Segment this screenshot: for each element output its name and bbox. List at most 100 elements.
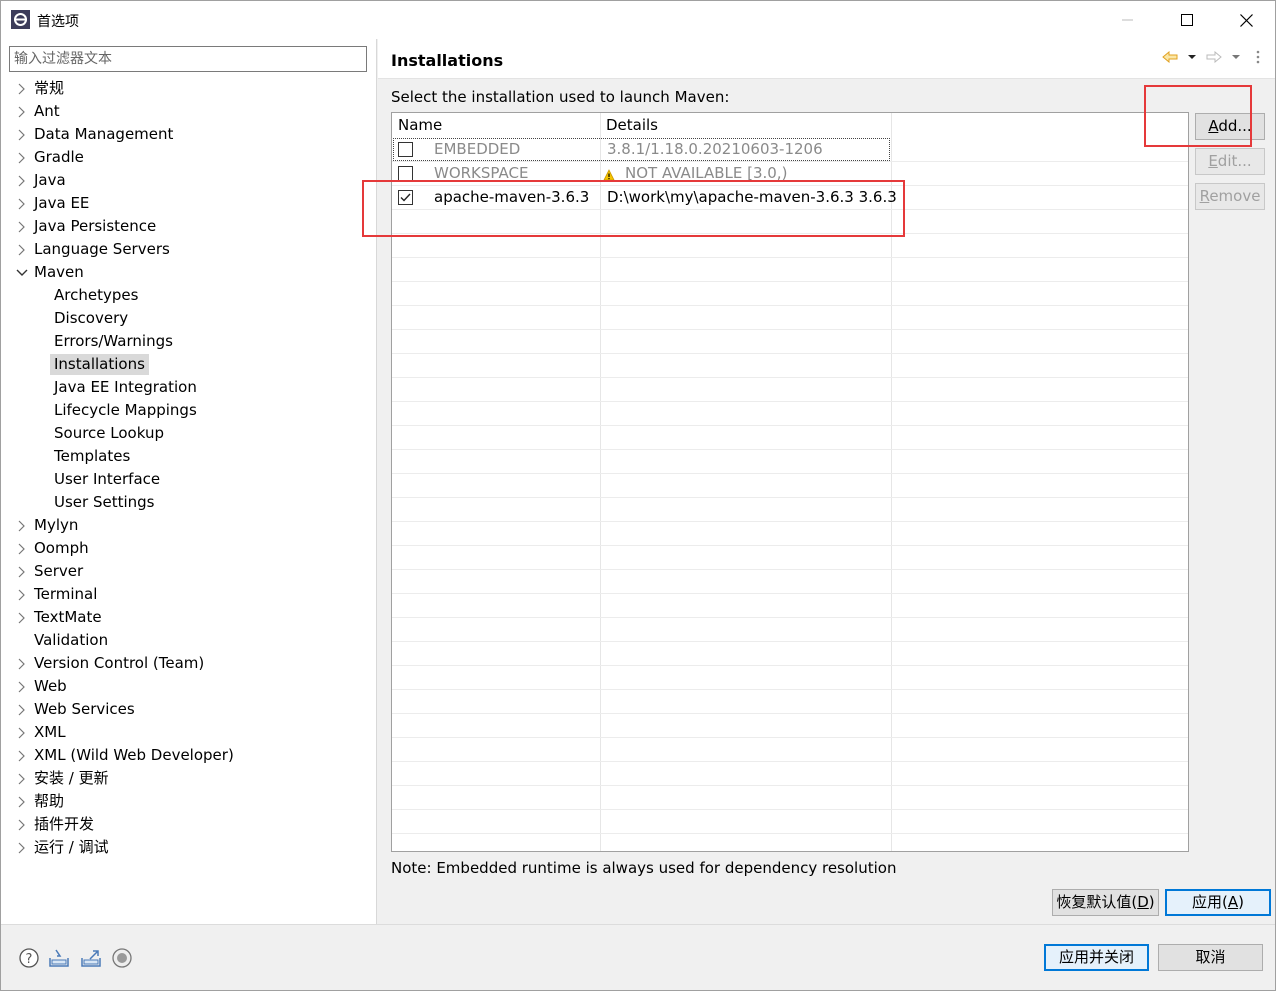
- empty-row: [392, 570, 1188, 594]
- tree-item[interactable]: 常规: [1, 77, 377, 100]
- tree-child-item[interactable]: Errors/Warnings: [1, 330, 377, 353]
- chevron-right-icon[interactable]: [16, 750, 28, 762]
- tree-item[interactable]: 安装 / 更新: [1, 767, 377, 790]
- chevron-right-icon[interactable]: [16, 727, 28, 739]
- chevron-right-icon[interactable]: [16, 198, 28, 210]
- row-checkbox[interactable]: [398, 142, 413, 157]
- tree-item[interactable]: 帮助: [1, 790, 377, 813]
- edit-button[interactable]: Edit...: [1195, 148, 1265, 175]
- empty-row: [392, 330, 1188, 354]
- tree-item[interactable]: Maven: [1, 261, 377, 284]
- tree-item[interactable]: Data Management: [1, 123, 377, 146]
- empty-row: [392, 618, 1188, 642]
- chevron-right-icon[interactable]: [16, 842, 28, 854]
- filter-input[interactable]: [9, 46, 367, 72]
- help-icon[interactable]: ?: [18, 947, 40, 969]
- cell-name: WORKSPACE: [434, 164, 529, 182]
- table-row[interactable]: EMBEDDED 3.8.1/1.18.0.20210603-1206: [392, 138, 1188, 162]
- tree-item[interactable]: Language Servers: [1, 238, 377, 261]
- export-icon[interactable]: [80, 947, 102, 969]
- chevron-right-icon[interactable]: [16, 658, 28, 670]
- tree-item[interactable]: TextMate: [1, 606, 377, 629]
- tree-item[interactable]: XML: [1, 721, 377, 744]
- empty-row: [392, 210, 1188, 234]
- tree-item[interactable]: Web Services: [1, 698, 377, 721]
- tree-item[interactable]: Mylyn: [1, 514, 377, 537]
- record-icon[interactable]: [111, 947, 133, 969]
- tree-child-item[interactable]: Archetypes: [1, 284, 377, 307]
- chevron-right-icon[interactable]: [16, 152, 28, 164]
- tree-item[interactable]: Terminal: [1, 583, 377, 606]
- table-row[interactable]: WORKSPACE NOT AVAILABLE [3.0,): [392, 162, 1188, 186]
- import-icon[interactable]: [48, 947, 70, 969]
- preference-page: Installations Select the installation us…: [378, 39, 1275, 924]
- chevron-right-icon[interactable]: [16, 520, 28, 532]
- chevron-down-icon[interactable]: [16, 267, 28, 279]
- row-checkbox[interactable]: [398, 190, 413, 205]
- chevron-right-icon[interactable]: [16, 106, 28, 118]
- chevron-right-icon[interactable]: [16, 773, 28, 785]
- table-row[interactable]: apache-maven-3.6.3 D:\work\my\apache-mave…: [392, 186, 1188, 210]
- tree-item-label: Language Servers: [34, 240, 170, 258]
- apply-button[interactable]: 应用(A): [1165, 889, 1271, 916]
- tree-item[interactable]: Java Persistence: [1, 215, 377, 238]
- column-header-name[interactable]: Name: [392, 113, 600, 138]
- chevron-right-icon[interactable]: [16, 796, 28, 808]
- back-arrow-icon[interactable]: [1161, 47, 1179, 67]
- chevron-right-icon[interactable]: [16, 221, 28, 233]
- empty-row: [392, 762, 1188, 786]
- tree-item[interactable]: Version Control (Team): [1, 652, 377, 675]
- chevron-right-icon[interactable]: [16, 704, 28, 716]
- tree-item[interactable]: 运行 / 调试: [1, 836, 377, 859]
- chevron-right-icon[interactable]: [16, 589, 28, 601]
- tree-item-label: User Settings: [54, 493, 155, 511]
- column-header-details[interactable]: Details: [600, 113, 891, 138]
- tree-item[interactable]: Ant: [1, 100, 377, 123]
- empty-row: [392, 522, 1188, 546]
- tree-item[interactable]: 插件开发: [1, 813, 377, 836]
- restore-defaults-button[interactable]: 恢复默认值(D): [1052, 889, 1159, 916]
- preferences-window: 首选项 常规 Ant Data Management Gradle Java Java E…: [0, 0, 1276, 991]
- chevron-right-icon[interactable]: [16, 83, 28, 95]
- chevron-right-icon[interactable]: [16, 566, 28, 578]
- tree-child-item[interactable]: Installations: [1, 353, 377, 376]
- tree-item[interactable]: Validation: [1, 629, 377, 652]
- tree-item[interactable]: Server: [1, 560, 377, 583]
- tree-child-item[interactable]: User Interface: [1, 468, 377, 491]
- view-menu-icon[interactable]: [1249, 47, 1267, 67]
- forward-arrow-icon[interactable]: [1205, 47, 1223, 67]
- chevron-right-icon[interactable]: [16, 543, 28, 555]
- cancel-button[interactable]: 取消: [1158, 944, 1263, 971]
- chevron-right-icon[interactable]: [16, 244, 28, 256]
- empty-row: [392, 690, 1188, 714]
- remove-button[interactable]: Remove: [1195, 183, 1265, 210]
- chevron-right-icon[interactable]: [16, 819, 28, 831]
- tree-child-item[interactable]: Discovery: [1, 307, 377, 330]
- row-checkbox[interactable]: [398, 166, 413, 181]
- chevron-right-icon[interactable]: [16, 175, 28, 187]
- tree-item[interactable]: Java EE: [1, 192, 377, 215]
- empty-row: [392, 354, 1188, 378]
- tree-child-item[interactable]: Lifecycle Mappings: [1, 399, 377, 422]
- add-button[interactable]: Add...: [1195, 113, 1265, 140]
- tree-item[interactable]: Oomph: [1, 537, 377, 560]
- tree-item[interactable]: Gradle: [1, 146, 377, 169]
- tree-item[interactable]: Java: [1, 169, 377, 192]
- forward-dropdown-icon[interactable]: [1227, 47, 1245, 67]
- tree-child-item[interactable]: Templates: [1, 445, 377, 468]
- tree-child-item[interactable]: Source Lookup: [1, 422, 377, 445]
- tree-item[interactable]: XML (Wild Web Developer): [1, 744, 377, 767]
- close-button[interactable]: [1217, 1, 1275, 39]
- maximize-icon: [1181, 14, 1193, 26]
- tree-item-label: Java EE: [34, 194, 90, 212]
- chevron-right-icon[interactable]: [16, 612, 28, 624]
- apply-and-close-button[interactable]: 应用并关闭: [1044, 944, 1149, 971]
- minimize-button[interactable]: [1099, 1, 1157, 39]
- chevron-right-icon[interactable]: [16, 681, 28, 693]
- back-dropdown-icon[interactable]: [1183, 47, 1201, 67]
- tree-child-item[interactable]: Java EE Integration: [1, 376, 377, 399]
- tree-child-item[interactable]: User Settings: [1, 491, 377, 514]
- tree-item[interactable]: Web: [1, 675, 377, 698]
- maximize-button[interactable]: [1158, 1, 1216, 39]
- chevron-right-icon[interactable]: [16, 129, 28, 141]
